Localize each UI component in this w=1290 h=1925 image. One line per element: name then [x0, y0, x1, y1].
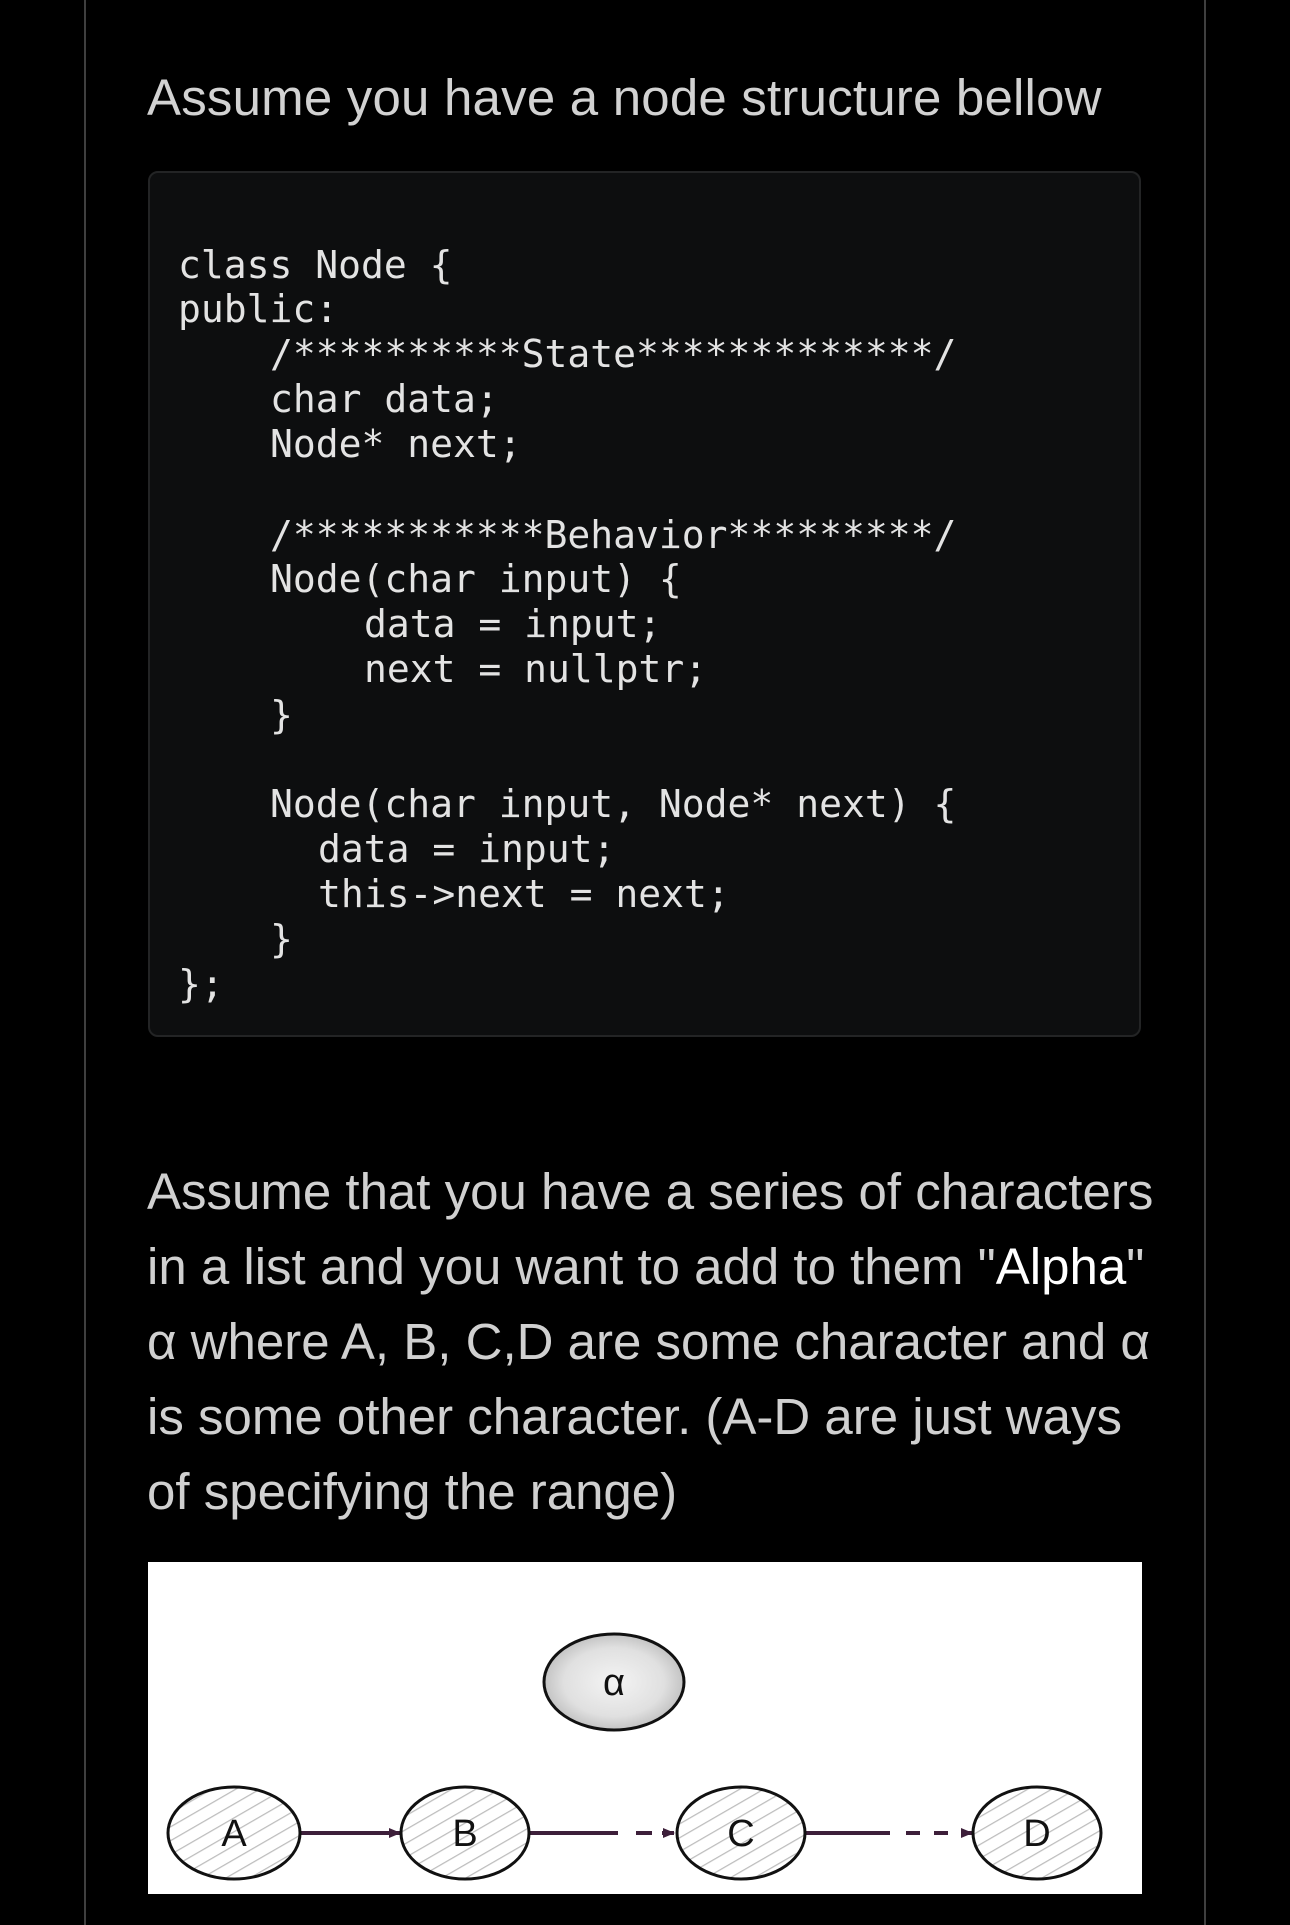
node-c: C [675, 1785, 807, 1881]
paragraph-line: in a list and you want to add to them "A… [147, 1229, 1147, 1304]
code-line: data = input; [318, 827, 616, 871]
paragraph-line: is some other character. (A-D are just w… [147, 1388, 1123, 1445]
alpha-highlight: Alpha [995, 1238, 1127, 1295]
paragraph-line: Assume that you have a series of charact… [147, 1163, 1154, 1220]
node-label-a: A [221, 1813, 247, 1855]
node-a: A [166, 1785, 302, 1881]
paragraph-text: in a list and you want to add to them " [147, 1238, 996, 1295]
code-line: data = input; [364, 602, 662, 646]
node-label-d: D [1023, 1813, 1050, 1855]
code-line: Node(char input, Node* next) { [270, 782, 957, 826]
node-label-alpha: α [603, 1662, 625, 1704]
code-line: Node* next; [270, 422, 522, 466]
paragraph-line: of specifying the range) [147, 1463, 678, 1520]
code-line: } [270, 917, 293, 961]
node-label-b: B [452, 1813, 477, 1855]
code-line: /***********Behavior*********/ [270, 513, 957, 557]
paragraph-line: α where A, B, C,D are some character and… [147, 1313, 1150, 1370]
node-label-c: C [727, 1813, 754, 1855]
code-line: class Node { [178, 243, 453, 287]
code-line: char data; [270, 377, 499, 421]
code-line: Node(char input) { [270, 557, 682, 601]
linked-list-diagram: α A B C D [148, 1562, 1142, 1894]
code-line: public: [178, 287, 339, 331]
code-line: next = nullptr; [364, 647, 708, 691]
node-d: D [971, 1785, 1103, 1881]
question-heading: Assume you have a node structure bellow [147, 69, 1102, 126]
right-border [1204, 0, 1206, 1925]
code-line: }; [178, 962, 224, 1006]
code-line: /**********State*************/ [270, 332, 957, 376]
code-line: } [270, 693, 293, 737]
left-border [84, 0, 86, 1925]
question-paragraph: Assume that you have a series of charact… [147, 1154, 1154, 1529]
code-line: this->next = next; [318, 872, 730, 916]
code-block: class Node { public: /**********State***… [148, 171, 1141, 1037]
paragraph-text: " [1126, 1238, 1145, 1295]
node-b: B [399, 1785, 531, 1881]
node-alpha: α [542, 1632, 686, 1732]
